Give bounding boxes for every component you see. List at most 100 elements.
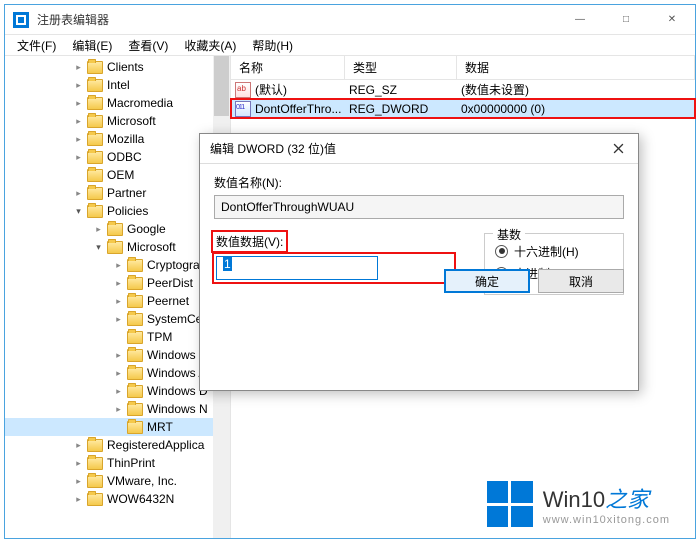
- tree-label: Mozilla: [107, 132, 144, 146]
- tree-item-macromedia[interactable]: ▸ Macromedia: [5, 94, 230, 112]
- tree-item-systemcert[interactable]: ▸SystemCert: [5, 310, 230, 328]
- base-legend: 基数: [493, 226, 525, 243]
- tree-item-vmware-inc-[interactable]: ▸VMware, Inc.: [5, 472, 230, 490]
- tree-item-intel[interactable]: ▸Intel: [5, 76, 230, 94]
- tree-item-microsoft[interactable]: ▸ Microsoft: [5, 112, 230, 130]
- tree-item-registeredapplica[interactable]: ▸RegisteredApplica: [5, 436, 230, 454]
- value-row[interactable]: (默认)REG_SZ(数值未设置): [231, 80, 695, 99]
- tree-label: Macromedia: [107, 96, 173, 110]
- folder-icon: [87, 205, 103, 218]
- expand-icon[interactable]: ▸: [73, 188, 84, 199]
- minimize-button[interactable]: —: [557, 5, 603, 35]
- tree-label: Policies: [107, 204, 148, 218]
- tree-item-partner[interactable]: ▸Partner: [5, 184, 230, 202]
- registry-tree: ▸Clients▸Intel▸Macromedia▸Microsoft▸Mozi…: [5, 56, 230, 510]
- radio-hex[interactable]: 十六进制(H): [495, 240, 613, 262]
- tree-item-clients[interactable]: ▸Clients: [5, 58, 230, 76]
- folder-icon: [127, 313, 143, 326]
- scrollbar-thumb[interactable]: [214, 56, 229, 116]
- dialog-titlebar[interactable]: 编辑 DWORD (32 位)值: [200, 134, 638, 164]
- expand-icon[interactable]: ▸: [73, 98, 84, 109]
- tree-item-policies[interactable]: ▾ Policies: [5, 202, 230, 220]
- dialog-close-button[interactable]: [598, 135, 638, 163]
- close-button[interactable]: ✕: [649, 5, 695, 35]
- expand-icon[interactable]: ▸: [113, 260, 124, 271]
- expand-icon[interactable]: ▸: [73, 458, 84, 469]
- folder-icon: [87, 457, 103, 470]
- expand-icon[interactable]: [113, 422, 124, 433]
- tree-label: Windows A: [147, 366, 206, 380]
- menu-view[interactable]: 查看(V): [120, 35, 176, 56]
- folder-icon: [127, 367, 143, 380]
- menu-file[interactable]: 文件(F): [9, 35, 64, 56]
- maximize-button[interactable]: □: [603, 5, 649, 35]
- tree-item-oem[interactable]: OEM: [5, 166, 230, 184]
- tree-item-cryptograp[interactable]: ▸Cryptograp: [5, 256, 230, 274]
- tree-item-thinprint[interactable]: ▸ThinPrint: [5, 454, 230, 472]
- tree-item-peerdist[interactable]: ▸PeerDist: [5, 274, 230, 292]
- dialog-title: 编辑 DWORD (32 位)值: [210, 140, 598, 157]
- titlebar[interactable]: 注册表编辑器 — □ ✕: [5, 5, 695, 35]
- expand-icon[interactable]: ▸: [93, 224, 104, 235]
- expand-icon[interactable]: ▸: [73, 62, 84, 73]
- ok-button[interactable]: 确定: [444, 269, 530, 293]
- tree-label: Microsoft: [107, 114, 156, 128]
- tree-item-odbc[interactable]: ▸ODBC: [5, 148, 230, 166]
- folder-icon: [127, 259, 143, 272]
- tree-item-windows-d[interactable]: ▸Windows D: [5, 382, 230, 400]
- tree-item-mozilla[interactable]: ▸ Mozilla: [5, 130, 230, 148]
- folder-icon: [87, 97, 103, 110]
- expand-icon[interactable]: ▸: [73, 134, 84, 145]
- expand-icon[interactable]: ▸: [113, 296, 124, 307]
- tree-label: Microsoft: [127, 240, 176, 254]
- col-header-type[interactable]: 类型: [345, 56, 457, 79]
- close-icon: [613, 143, 624, 154]
- tree-pane[interactable]: ▸Clients▸Intel▸Macromedia▸Microsoft▸Mozi…: [5, 56, 231, 538]
- menu-help[interactable]: 帮助(H): [244, 35, 301, 56]
- cell-name: (默认): [255, 81, 345, 98]
- tree-item-peernet[interactable]: ▸Peernet: [5, 292, 230, 310]
- expand-icon[interactable]: ▸: [113, 386, 124, 397]
- tree-item-tpm[interactable]: TPM: [5, 328, 230, 346]
- expand-icon[interactable]: ▾: [93, 242, 104, 253]
- folder-icon: [87, 133, 103, 146]
- value-data-input[interactable]: 1: [216, 256, 378, 280]
- tree-item-mrt[interactable]: MRT: [5, 418, 230, 436]
- dialog-buttons: 确定 取消: [444, 269, 624, 293]
- tree-label: Windows: [147, 348, 196, 362]
- expand-icon[interactable]: ▸: [73, 152, 84, 163]
- col-header-data[interactable]: 数据: [457, 56, 695, 79]
- tree-item-google[interactable]: ▸Google: [5, 220, 230, 238]
- string-value-icon: [235, 82, 251, 98]
- tree-label: OEM: [107, 168, 134, 182]
- menu-favorites[interactable]: 收藏夹(A): [176, 35, 244, 56]
- menu-edit[interactable]: 编辑(E): [64, 35, 120, 56]
- expand-icon[interactable]: ▸: [113, 404, 124, 415]
- tree-item-wow6432n[interactable]: ▸WOW6432N: [5, 490, 230, 508]
- cell-name: DontOfferThro...: [255, 102, 345, 116]
- expand-icon[interactable]: ▸: [73, 80, 84, 91]
- radio-hex-dot: [495, 245, 508, 258]
- cancel-button[interactable]: 取消: [538, 269, 624, 293]
- expand-icon[interactable]: [73, 170, 84, 181]
- value-row[interactable]: DontOfferThro...REG_DWORD0x00000000 (0): [231, 99, 695, 118]
- folder-icon: [87, 115, 103, 128]
- tree-item-windows-a[interactable]: ▸ Windows A: [5, 364, 230, 382]
- expand-icon[interactable]: ▸: [113, 368, 124, 379]
- expand-icon[interactable]: ▸: [113, 350, 124, 361]
- expand-icon[interactable]: ▸: [73, 494, 84, 505]
- tree-item-windows-n[interactable]: ▸Windows N: [5, 400, 230, 418]
- tree-item-microsoft[interactable]: ▾ Microsoft: [5, 238, 230, 256]
- col-header-name[interactable]: 名称: [231, 56, 345, 79]
- folder-icon: [127, 403, 143, 416]
- expand-icon[interactable]: ▸: [113, 314, 124, 325]
- expand-icon[interactable]: ▸: [73, 476, 84, 487]
- expand-icon[interactable]: ▸: [73, 440, 84, 451]
- expand-icon[interactable]: [113, 332, 124, 343]
- tree-item-windows[interactable]: ▸ Windows: [5, 346, 230, 364]
- expand-icon[interactable]: ▾: [73, 206, 84, 217]
- folder-icon: [127, 385, 143, 398]
- expand-icon[interactable]: ▸: [73, 116, 84, 127]
- expand-icon[interactable]: ▸: [113, 278, 124, 289]
- value-name-field: DontOfferThroughWUAU: [214, 195, 624, 219]
